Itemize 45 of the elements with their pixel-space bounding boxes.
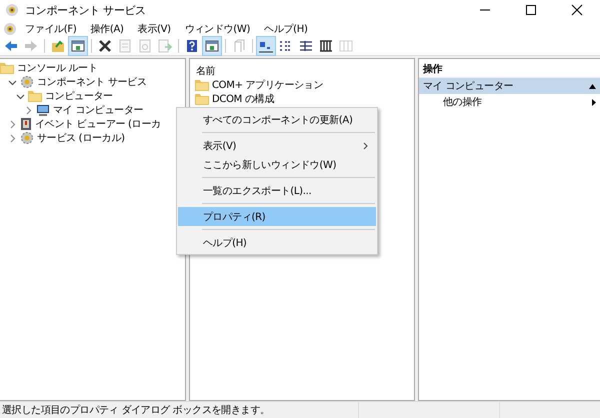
column-header[interactable]: 名前 bbox=[190, 59, 414, 78]
context-menu-item[interactable]: 一覧のエクスポート(L)... bbox=[178, 181, 376, 200]
window-title: コンポーネント サービス bbox=[25, 2, 147, 18]
tree-item[interactable]: コンソール ルート bbox=[17, 61, 98, 75]
large-icons-icon[interactable] bbox=[257, 37, 275, 55]
folder-icon bbox=[195, 93, 209, 105]
context-menu-item[interactable]: ここから新しいウィンドウ(W) bbox=[178, 155, 376, 174]
gear-icon bbox=[20, 131, 34, 145]
folder-icon bbox=[0, 62, 14, 74]
tree-item[interactable]: イベント ビューアー (ローカ bbox=[35, 117, 161, 131]
menu-item[interactable]: 表示(V) bbox=[132, 20, 177, 36]
context-menu-item[interactable]: ヘルプ(H) bbox=[178, 233, 376, 252]
pane-icon[interactable] bbox=[69, 37, 87, 55]
tree-item[interactable]: コンポーネント サービス bbox=[37, 75, 147, 89]
menu-item[interactable]: ファイル(F) bbox=[19, 20, 82, 36]
menu-item[interactable]: ヘルプ(H) bbox=[258, 20, 314, 36]
gear-icon bbox=[20, 75, 34, 89]
context-menu-item[interactable]: 表示(V) bbox=[178, 136, 376, 155]
collapse-chevron-icon[interactable] bbox=[8, 78, 17, 86]
app-menu-icon bbox=[3, 22, 17, 36]
submenu-triangle-icon bbox=[592, 98, 596, 106]
action-link[interactable]: 他の操作 bbox=[443, 95, 482, 109]
status-text: 選択した項目のプロパティ ダイアログ ボックスを開きます。 bbox=[1, 404, 271, 417]
expand-chevron-icon[interactable] bbox=[24, 106, 33, 114]
menu-item[interactable]: ウィンドウ(W) bbox=[178, 20, 256, 36]
folder-icon bbox=[195, 79, 209, 91]
context-menu-item[interactable]: すべてのコンポーネントの更新(A) bbox=[178, 110, 376, 129]
section-title: マイ コンピューター bbox=[423, 80, 514, 93]
collapse-triangle-icon[interactable] bbox=[589, 84, 596, 88]
list-item[interactable]: COM+ アプリケーション bbox=[212, 78, 324, 92]
list-item[interactable]: DCOM の構成 bbox=[212, 92, 274, 106]
expand-chevron-icon[interactable] bbox=[8, 120, 17, 128]
tree-item[interactable]: マイ コンピューター bbox=[53, 103, 144, 117]
collapse-chevron-icon[interactable] bbox=[16, 92, 25, 100]
app-icon bbox=[5, 3, 19, 17]
tree-item[interactable]: コンピューター bbox=[45, 89, 113, 103]
computer-icon bbox=[36, 104, 50, 116]
context-menu-item[interactable]: プロパティ(R) bbox=[178, 207, 376, 226]
tree-item[interactable]: サービス (ローカル) bbox=[37, 131, 125, 145]
menu-item[interactable]: 操作(A) bbox=[84, 20, 130, 36]
expand-chevron-icon[interactable] bbox=[8, 134, 17, 142]
pane-icon[interactable] bbox=[203, 37, 221, 55]
folder-icon bbox=[28, 90, 42, 102]
actions-section[interactable]: マイ コンピューター bbox=[419, 78, 600, 94]
event-log-icon bbox=[20, 117, 32, 131]
